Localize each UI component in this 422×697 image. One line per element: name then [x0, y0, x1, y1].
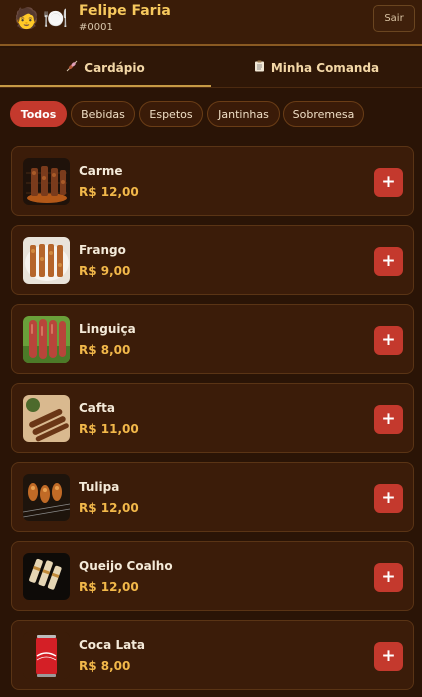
- product-price: R$ 12,00: [79, 185, 139, 199]
- product-price: R$ 8,00: [79, 659, 131, 673]
- add-button[interactable]: +: [374, 563, 403, 592]
- product-name: Carme: [79, 164, 123, 178]
- tab-minha-comanda[interactable]: Minha Comanda: [211, 48, 422, 87]
- category-chip-jantinhas[interactable]: Jantinhas: [207, 101, 280, 127]
- category-chip-todos[interactable]: Todos: [10, 101, 67, 127]
- clipboard-icon: [254, 60, 265, 75]
- user-avatar-icon: 🧑: [14, 6, 39, 30]
- product-price: R$ 8,00: [79, 343, 131, 357]
- category-chip-espetos[interactable]: Espetos: [139, 101, 203, 127]
- top-header: 🧑 🍽️ Felipe Faria #0001 Sair: [0, 0, 422, 46]
- product-name: Queijo Coalho: [79, 559, 173, 573]
- product-image-queijo-coalho: [23, 553, 70, 600]
- add-button[interactable]: +: [374, 642, 403, 671]
- product-name: Frango: [79, 243, 126, 257]
- plate-icon: 🍽️: [43, 6, 68, 30]
- category-chip-bebidas[interactable]: Bebidas: [71, 101, 135, 127]
- product-name: Cafta: [79, 401, 115, 415]
- user-name: Felipe Faria: [79, 3, 171, 19]
- tab-cardapio[interactable]: Cardápio: [0, 48, 211, 87]
- product-card[interactable]: Frango R$ 9,00 +: [11, 225, 414, 295]
- product-card[interactable]: Linguiça R$ 8,00 +: [11, 304, 414, 374]
- product-card[interactable]: Cafta R$ 11,00 +: [11, 383, 414, 453]
- product-image-tulipa: [23, 474, 70, 521]
- product-image-cafta: [23, 395, 70, 442]
- add-button[interactable]: +: [374, 405, 403, 434]
- product-name: Coca Lata: [79, 638, 146, 652]
- tab-label: Minha Comanda: [270, 60, 380, 75]
- product-price: R$ 11,00: [79, 422, 139, 436]
- logout-button[interactable]: Sair: [373, 5, 415, 32]
- product-price: R$ 12,00: [79, 580, 139, 594]
- product-image-linguica: [23, 316, 70, 363]
- product-price: R$ 9,00: [79, 264, 131, 278]
- add-button[interactable]: +: [374, 326, 403, 355]
- user-id: #0001: [79, 22, 113, 33]
- main-tabs: Cardápio Minha Comanda: [0, 48, 422, 88]
- product-card[interactable]: Coca Lata R$ 8,00 +: [11, 620, 414, 690]
- add-button[interactable]: +: [374, 484, 403, 513]
- skewer-icon: [66, 60, 78, 75]
- product-price: R$ 12,00: [79, 501, 139, 515]
- product-card[interactable]: Queijo Coalho R$ 12,00 +: [11, 541, 414, 611]
- product-card[interactable]: Carme R$ 12,00 +: [11, 146, 414, 216]
- product-image-carne: [23, 158, 70, 205]
- active-tab-indicator: [0, 85, 211, 87]
- add-button[interactable]: +: [374, 247, 403, 276]
- product-image-coca-lata: [23, 632, 70, 679]
- product-image-frango: [23, 237, 70, 284]
- add-button[interactable]: +: [374, 168, 403, 197]
- product-name: Tulipa: [79, 480, 120, 494]
- category-chip-sobremesa[interactable]: Sobremesa: [283, 101, 364, 127]
- tab-label: Cardápio: [84, 60, 145, 75]
- product-card[interactable]: Tulipa R$ 12,00 +: [11, 462, 414, 532]
- product-name: Linguiça: [79, 322, 136, 336]
